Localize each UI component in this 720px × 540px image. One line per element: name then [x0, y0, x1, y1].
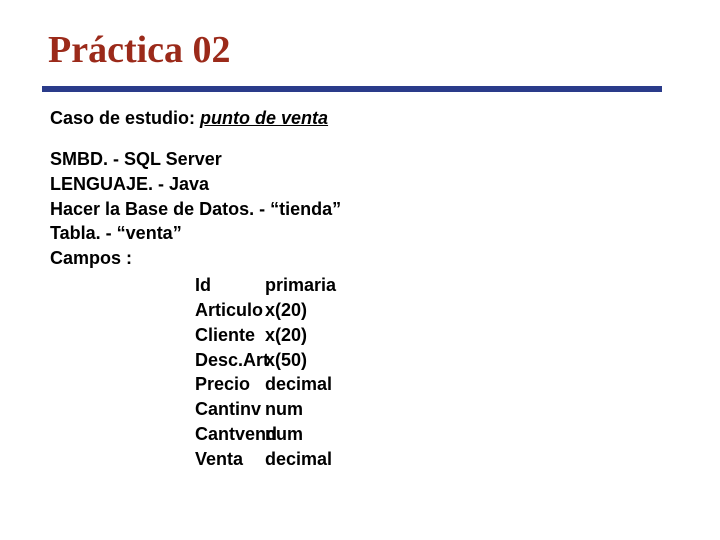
field-type: x(20): [265, 298, 307, 323]
case-study-subtitle: Caso de estudio: punto de venta: [50, 108, 680, 129]
field-row: Desc.Art x(50): [50, 348, 680, 373]
field-type: primaria: [265, 273, 336, 298]
field-row: Articulo x(20): [50, 298, 680, 323]
field-name: Cantinv: [50, 397, 265, 422]
field-type: num: [265, 422, 303, 447]
field-type: x(50): [265, 348, 307, 373]
field-row: Id primaria: [50, 273, 680, 298]
info-line: Tabla. - “venta”: [50, 221, 680, 246]
field-type: decimal: [265, 447, 332, 472]
field-name: Precio: [50, 372, 265, 397]
field-name: Articulo: [50, 298, 265, 323]
field-name: Desc.Art: [50, 348, 265, 373]
field-row: Cantinv num: [50, 397, 680, 422]
field-row: Cantvend num: [50, 422, 680, 447]
case-study-prefix: Caso de estudio:: [50, 108, 195, 128]
field-name: Cliente: [50, 323, 265, 348]
info-line: LENGUAJE. - Java: [50, 172, 680, 197]
fields-list: Id primaria Articulo x(20) Cliente x(20)…: [50, 273, 680, 472]
field-type: num: [265, 397, 303, 422]
field-name: Cantvend: [50, 422, 265, 447]
title-rule: [42, 86, 662, 92]
info-line: Hacer la Base de Datos. - “tienda”: [50, 197, 680, 222]
field-name: Id: [50, 273, 265, 298]
info-line: SMBD. - SQL Server: [50, 147, 680, 172]
field-type: decimal: [265, 372, 332, 397]
field-type: x(20): [265, 323, 307, 348]
slide-content: Caso de estudio: punto de venta SMBD. - …: [48, 108, 680, 472]
field-row: Precio decimal: [50, 372, 680, 397]
slide-title: Práctica 02: [48, 28, 680, 82]
case-study-emphasis: punto de venta: [200, 108, 328, 128]
info-line: Campos :: [50, 246, 680, 271]
field-name: Venta: [50, 447, 265, 472]
field-row: Cliente x(20): [50, 323, 680, 348]
slide: Práctica 02 Caso de estudio: punto de ve…: [0, 0, 720, 540]
field-row: Venta decimal: [50, 447, 680, 472]
